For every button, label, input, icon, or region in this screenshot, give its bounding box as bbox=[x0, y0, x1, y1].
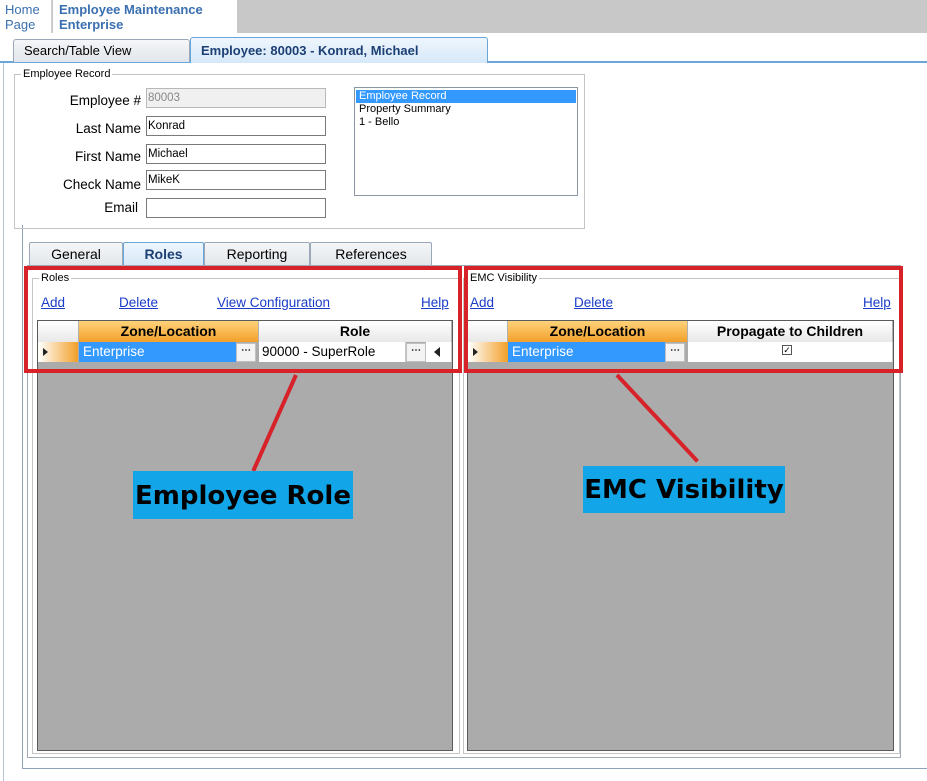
employee-number-label: Employee # bbox=[69, 93, 141, 108]
tab-employee-record[interactable]: Employee: 80003 - Konrad, Michael bbox=[190, 37, 488, 63]
breadcrumb-home-line1[interactable]: Home bbox=[5, 2, 40, 17]
tab-references[interactable]: References bbox=[310, 242, 432, 266]
employee-record-group-label: Employee Record bbox=[21, 68, 113, 80]
first-name-label: First Name bbox=[74, 149, 141, 164]
breadcrumb-current-line2[interactable]: Enterprise bbox=[59, 17, 123, 32]
record-navigation-list[interactable]: Employee Record Property Summary 1 - Bel… bbox=[354, 87, 578, 196]
tab-roles[interactable]: Roles bbox=[123, 242, 204, 266]
first-name-field[interactable]: Michael bbox=[146, 144, 326, 164]
roles-grid[interactable]: Zone/Location Role Enterprise ⋯ 90000 - … bbox=[37, 320, 453, 751]
breadcrumb-current[interactable]: Employee Maintenance Enterprise bbox=[53, 0, 237, 33]
breadcrumb-current-line1[interactable]: Employee Maintenance bbox=[59, 2, 203, 17]
nav-item-bello[interactable]: 1 - Bello bbox=[356, 116, 576, 129]
page-bottom-border bbox=[22, 768, 927, 769]
email-field[interactable] bbox=[146, 198, 326, 218]
emc-grid[interactable]: Zone/Location Propagate to Children Ente… bbox=[467, 320, 894, 751]
employee-role-callout: Employee Role bbox=[133, 471, 353, 519]
employee-number-field: 80003 bbox=[146, 88, 326, 108]
nav-item-employee-record[interactable]: Employee Record bbox=[356, 90, 576, 103]
employee-role-highlight bbox=[24, 266, 462, 373]
emc-visibility-highlight bbox=[464, 266, 903, 373]
last-name-label: Last Name bbox=[75, 121, 141, 136]
breadcrumb-home-line2[interactable]: Page bbox=[5, 17, 35, 32]
tab-reporting[interactable]: Reporting bbox=[204, 242, 310, 266]
check-name-field[interactable]: MikeK bbox=[146, 170, 326, 190]
last-name-field[interactable]: Konrad bbox=[146, 116, 326, 136]
page-left-border bbox=[22, 225, 23, 769]
nav-item-property-summary[interactable]: Property Summary bbox=[356, 103, 576, 116]
emc-visibility-callout: EMC Visibility bbox=[583, 466, 785, 513]
breadcrumb-home[interactable]: Home Page bbox=[0, 0, 52, 33]
tab-search-table-view[interactable]: Search/Table View bbox=[13, 39, 190, 62]
check-name-label: Check Name bbox=[62, 177, 141, 192]
email-label: Email bbox=[104, 200, 138, 215]
tab-general[interactable]: General bbox=[29, 242, 123, 266]
